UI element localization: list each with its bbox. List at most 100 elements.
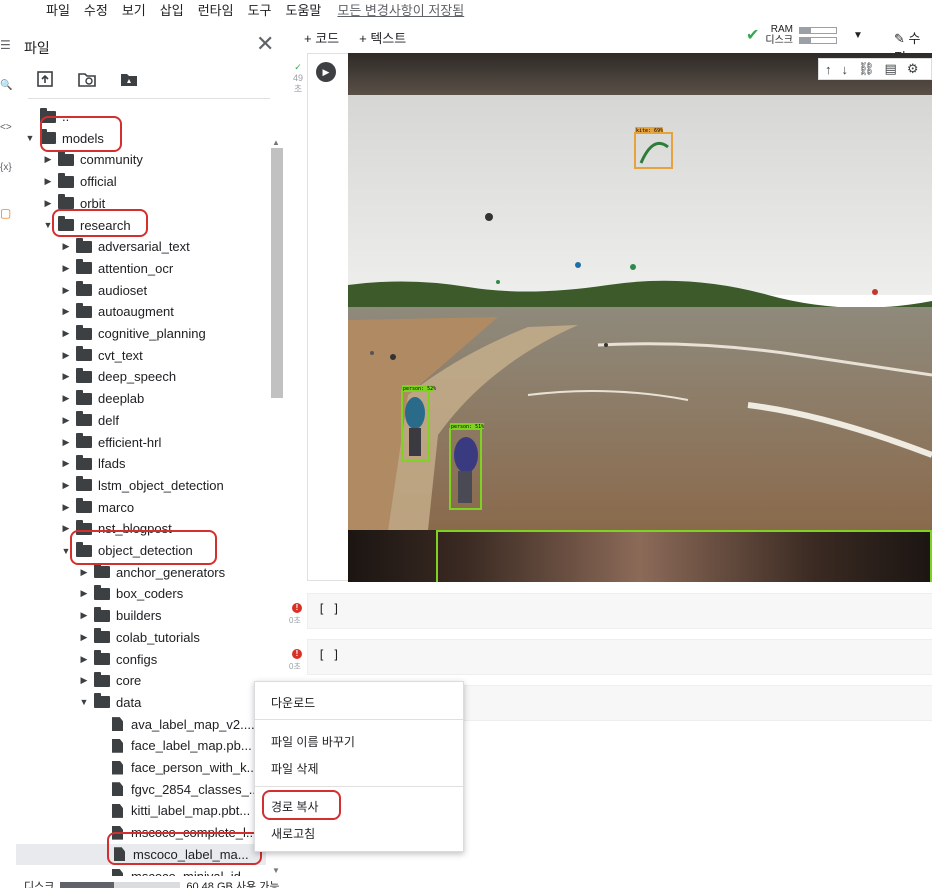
chevron-right-icon[interactable]: ▶: [78, 632, 90, 643]
pencil-icon: ✎: [894, 31, 909, 46]
chevron-right-icon[interactable]: ▶: [60, 480, 72, 491]
tree-folder[interactable]: ▶ audioset: [14, 280, 270, 301]
move-up-icon[interactable]: ↑: [825, 62, 832, 77]
save-status[interactable]: 모든 변경사항이 저장됨: [337, 0, 464, 19]
chevron-down-icon[interactable]: ▼: [24, 133, 36, 143]
chevron-right-icon[interactable]: ▶: [42, 154, 54, 165]
menu-view[interactable]: 보기: [122, 0, 146, 19]
mount-drive-icon[interactable]: [118, 68, 140, 90]
tree-folder[interactable]: ▶ colab_tutorials: [14, 627, 270, 648]
scroll-up-icon[interactable]: ▲: [272, 138, 280, 147]
menu-bar: 파일 수정 보기 삽입 런타임 도구 도움말 모든 변경사항이 저장됨: [0, 0, 932, 18]
settings-icon[interactable]: ⚙: [907, 61, 919, 77]
disk-usage: 디스크 60.48 GB 사용 가능: [24, 878, 279, 888]
tree-folder[interactable]: ▶ box_coders: [14, 583, 270, 604]
tree-folder[interactable]: ▶ autoaugment: [14, 301, 270, 322]
scroll-down-icon[interactable]: ▼: [272, 866, 280, 875]
refresh-folder-icon[interactable]: [76, 68, 98, 90]
chevron-right-icon[interactable]: ▶: [60, 371, 72, 382]
chevron-right-icon[interactable]: ▶: [60, 437, 72, 448]
tree-folder[interactable]: ▶ attention_ocr: [14, 258, 270, 279]
tree-folder[interactable]: ▶ delf: [14, 410, 270, 431]
tree-item-label: fgvc_2854_classes_...: [131, 781, 260, 797]
menu-item-rename[interactable]: 파일 이름 바꾸기: [271, 733, 355, 750]
chevron-right-icon[interactable]: ▶: [42, 198, 54, 209]
tree-folder[interactable]: ▶ official: [14, 171, 270, 192]
menu-item-delete[interactable]: 파일 삭제: [271, 760, 319, 777]
tree-folder[interactable]: ▶ builders: [14, 605, 270, 626]
add-text-button[interactable]: + 텍스트: [359, 28, 406, 47]
chevron-right-icon[interactable]: ▶: [60, 350, 72, 361]
menu-runtime[interactable]: 런타임: [198, 0, 234, 19]
error-time: 0초: [289, 616, 301, 625]
comment-icon[interactable]: ▤: [885, 61, 897, 77]
folder-icon: [94, 606, 110, 622]
chevron-right-icon[interactable]: ▶: [78, 567, 90, 578]
menu-item-download[interactable]: 다운로드: [271, 694, 315, 711]
chevron-right-icon[interactable]: ▶: [78, 675, 90, 686]
variables-icon[interactable]: {x}: [0, 162, 12, 173]
chevron-right-icon[interactable]: ▶: [60, 241, 72, 252]
tree-folder[interactable]: ▶ lfads: [14, 453, 270, 474]
files-icon[interactable]: ▢: [0, 206, 11, 220]
tree-folder[interactable]: ▶ adversarial_text: [14, 236, 270, 257]
chevron-right-icon[interactable]: ▶: [60, 263, 72, 274]
move-down-icon[interactable]: ↓: [842, 62, 849, 77]
menu-edit[interactable]: 수정: [84, 0, 108, 19]
chevron-right-icon[interactable]: ▶: [60, 285, 72, 296]
chevron-right-icon[interactable]: ▶: [60, 458, 72, 469]
tree-folder[interactable]: ▶ cvt_text: [14, 345, 270, 366]
scroll-thumb[interactable]: [271, 148, 283, 398]
menu-file[interactable]: 파일: [46, 0, 70, 19]
chevron-down-icon[interactable]: ▼: [853, 30, 863, 41]
tree-item-label: lfads: [98, 456, 126, 472]
tree-folder[interactable]: ▼ data: [14, 692, 270, 713]
chevron-right-icon[interactable]: ▶: [60, 306, 72, 317]
annotation-selected-file: [107, 832, 262, 865]
tree-folder[interactable]: ▶ community: [14, 149, 270, 170]
tree-file[interactable]: kitti_label_map.pbt...: [14, 800, 270, 821]
chevron-right-icon[interactable]: ▶: [60, 502, 72, 513]
output-image-bottom: [348, 530, 932, 582]
add-code-button[interactable]: + 코드: [304, 28, 339, 47]
tree-file[interactable]: face_person_with_k...: [14, 757, 270, 778]
resource-monitor[interactable]: ✔ RAM 디스크 ▼: [746, 24, 863, 46]
search-icon[interactable]: 🔍: [0, 80, 12, 91]
tree-folder[interactable]: ▶ deep_speech: [14, 366, 270, 387]
code-icon[interactable]: <>: [0, 122, 12, 133]
chevron-right-icon[interactable]: ▶: [78, 610, 90, 621]
tree-file[interactable]: fgvc_2854_classes_...: [14, 779, 270, 800]
chevron-down-icon[interactable]: ▼: [78, 697, 90, 707]
chevron-right-icon[interactable]: ▶: [78, 654, 90, 665]
upload-icon[interactable]: [34, 68, 56, 90]
empty-code-cell[interactable]: [ ]: [307, 639, 932, 675]
menu-icon[interactable]: ☰: [0, 38, 11, 52]
tree-item-label: anchor_generators: [116, 564, 226, 580]
tree-folder[interactable]: ▶ marco: [14, 497, 270, 518]
chevron-right-icon[interactable]: ▶: [78, 588, 90, 599]
menu-item-refresh[interactable]: 새로고침: [271, 825, 315, 842]
tree-file[interactable]: ava_label_map_v2....: [14, 714, 270, 735]
close-icon[interactable]: ✕: [256, 31, 274, 57]
chevron-right-icon[interactable]: ▶: [42, 176, 54, 187]
exec-count: 49: [292, 73, 303, 83]
menu-tools[interactable]: 도구: [248, 0, 272, 19]
tree-folder[interactable]: ▶ core: [14, 670, 270, 691]
chevron-right-icon[interactable]: ▶: [60, 523, 72, 534]
tree-item-label: mscoco_minival_id...: [131, 868, 252, 877]
tree-folder[interactable]: ▶ configs: [14, 649, 270, 670]
tree-folder[interactable]: ▶ cognitive_planning: [14, 323, 270, 344]
chevron-right-icon[interactable]: ▶: [60, 328, 72, 339]
tree-file[interactable]: face_label_map.pb...: [14, 735, 270, 756]
link-icon[interactable]: ⛓: [858, 61, 875, 77]
chevron-right-icon[interactable]: ▶: [60, 415, 72, 426]
menu-insert[interactable]: 삽입: [160, 0, 184, 19]
tree-file[interactable]: mscoco_minival_id...: [14, 866, 270, 877]
tree-folder[interactable]: ▶ lstm_object_detection: [14, 475, 270, 496]
menu-help[interactable]: 도움말: [286, 0, 322, 19]
run-cell-button[interactable]: ▶: [316, 62, 336, 82]
chevron-right-icon[interactable]: ▶: [60, 393, 72, 404]
empty-code-cell[interactable]: [ ]: [307, 593, 932, 629]
tree-folder[interactable]: ▶ efficient-hrl: [14, 432, 270, 453]
tree-folder[interactable]: ▶ deeplab: [14, 388, 270, 409]
